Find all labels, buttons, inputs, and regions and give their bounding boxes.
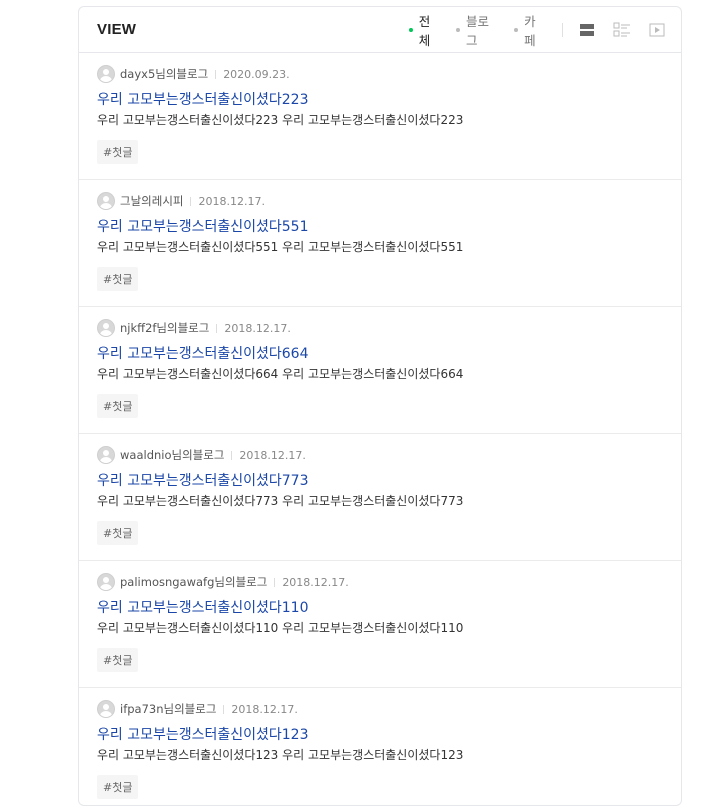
post-date: 2018.12.17.: [239, 448, 306, 462]
hashtag[interactable]: #첫글: [97, 775, 139, 799]
view-panel: VIEW 전체 블로그 카페 dayx5님의블로그 2020.09.23. 우리…: [78, 6, 682, 806]
view-title: VIEW: [97, 21, 137, 38]
divider: [561, 23, 563, 37]
post-date: 2018.12.17.: [231, 702, 298, 716]
list-view-icon[interactable]: [577, 19, 598, 41]
thumbnail-view-icon[interactable]: [611, 19, 632, 41]
filter-cafe[interactable]: 카페: [514, 11, 545, 49]
avatar[interactable]: [97, 192, 115, 210]
list-item: dayx5님의블로그 2020.09.23. 우리 고모부는갱스터출신이셨다22…: [79, 53, 681, 180]
list-item: waaldnio님의블로그 2018.12.17. 우리 고모부는갱스터출신이셨…: [79, 434, 681, 561]
divider: [215, 69, 217, 79]
post-date: 2018.12.17.: [198, 194, 265, 208]
post-title-link[interactable]: 우리 고모부는갱스터출신이셨다110: [97, 599, 663, 617]
post-title-link[interactable]: 우리 고모부는갱스터출신이셨다773: [97, 472, 663, 490]
author-name[interactable]: njkff2f님의블로그: [120, 320, 209, 336]
filter-blog[interactable]: 블로그: [456, 11, 498, 49]
divider: [231, 450, 233, 460]
post-date: 2020.09.23.: [223, 67, 290, 81]
divider: [274, 577, 276, 587]
list-item: 그날의레시피 2018.12.17. 우리 고모부는갱스터출신이셨다551 우리…: [79, 180, 681, 307]
author-name[interactable]: palimosngawafg님의블로그: [120, 574, 267, 590]
avatar[interactable]: [97, 446, 115, 464]
list-item: palimosngawafg님의블로그 2018.12.17. 우리 고모부는갱…: [79, 561, 681, 688]
filter-cafe-label: 카페: [524, 14, 536, 48]
hashtag[interactable]: #첫글: [97, 394, 139, 418]
post-title-link[interactable]: 우리 고모부는갱스터출신이셨다664: [97, 345, 663, 363]
post-date: 2018.12.17.: [282, 575, 349, 589]
post-description[interactable]: 우리 고모부는갱스터출신이셨다223 우리 고모부는갱스터출신이셨다223: [97, 112, 663, 128]
hashtag[interactable]: #첫글: [97, 648, 139, 672]
dot-icon: [514, 28, 519, 32]
post-description[interactable]: 우리 고모부는갱스터출신이셨다773 우리 고모부는갱스터출신이셨다773: [97, 493, 663, 509]
avatar[interactable]: [97, 573, 115, 591]
list-item: ifpa73n님의블로그 2018.12.17. 우리 고모부는갱스터출신이셨다…: [79, 688, 681, 805]
divider: [190, 196, 192, 206]
result-list: dayx5님의블로그 2020.09.23. 우리 고모부는갱스터출신이셨다22…: [79, 53, 681, 805]
divider: [216, 323, 218, 333]
hashtag[interactable]: #첫글: [97, 267, 139, 291]
hashtag[interactable]: #첫글: [97, 521, 139, 545]
filter-all[interactable]: 전체: [409, 11, 440, 49]
avatar[interactable]: [97, 700, 115, 718]
hashtag[interactable]: #첫글: [97, 140, 139, 164]
author-name[interactable]: ifpa73n님의블로그: [120, 701, 216, 717]
post-title-link[interactable]: 우리 고모부는갱스터출신이셨다551: [97, 218, 663, 236]
filter-blog-label: 블로그: [465, 14, 489, 48]
avatar[interactable]: [97, 65, 115, 83]
post-title-link[interactable]: 우리 고모부는갱스터출신이셨다223: [97, 91, 663, 109]
filter-all-label: 전체: [418, 14, 431, 48]
list-item: njkff2f님의블로그 2018.12.17. 우리 고모부는갱스터출신이셨다…: [79, 307, 681, 434]
author-name[interactable]: dayx5님의블로그: [120, 66, 208, 82]
divider: [223, 704, 225, 714]
post-description[interactable]: 우리 고모부는갱스터출신이셨다123 우리 고모부는갱스터출신이셨다123: [97, 747, 663, 763]
post-title-link[interactable]: 우리 고모부는갱스터출신이셨다123: [97, 726, 663, 744]
avatar[interactable]: [97, 319, 115, 337]
post-description[interactable]: 우리 고모부는갱스터출신이셨다110 우리 고모부는갱스터출신이셨다110: [97, 620, 663, 636]
video-view-icon[interactable]: [646, 19, 667, 41]
post-date: 2018.12.17.: [224, 321, 291, 335]
post-description[interactable]: 우리 고모부는갱스터출신이셨다551 우리 고모부는갱스터출신이셨다551: [97, 239, 663, 255]
active-dot-icon: [409, 28, 413, 32]
post-description[interactable]: 우리 고모부는갱스터출신이셨다664 우리 고모부는갱스터출신이셨다664: [97, 366, 663, 382]
filter-bar: 전체 블로그 카페: [409, 7, 681, 53]
dot-icon: [456, 28, 460, 32]
author-name[interactable]: waaldnio님의블로그: [120, 447, 224, 463]
view-header: VIEW 전체 블로그 카페: [79, 7, 681, 53]
author-name[interactable]: 그날의레시피: [120, 193, 183, 209]
